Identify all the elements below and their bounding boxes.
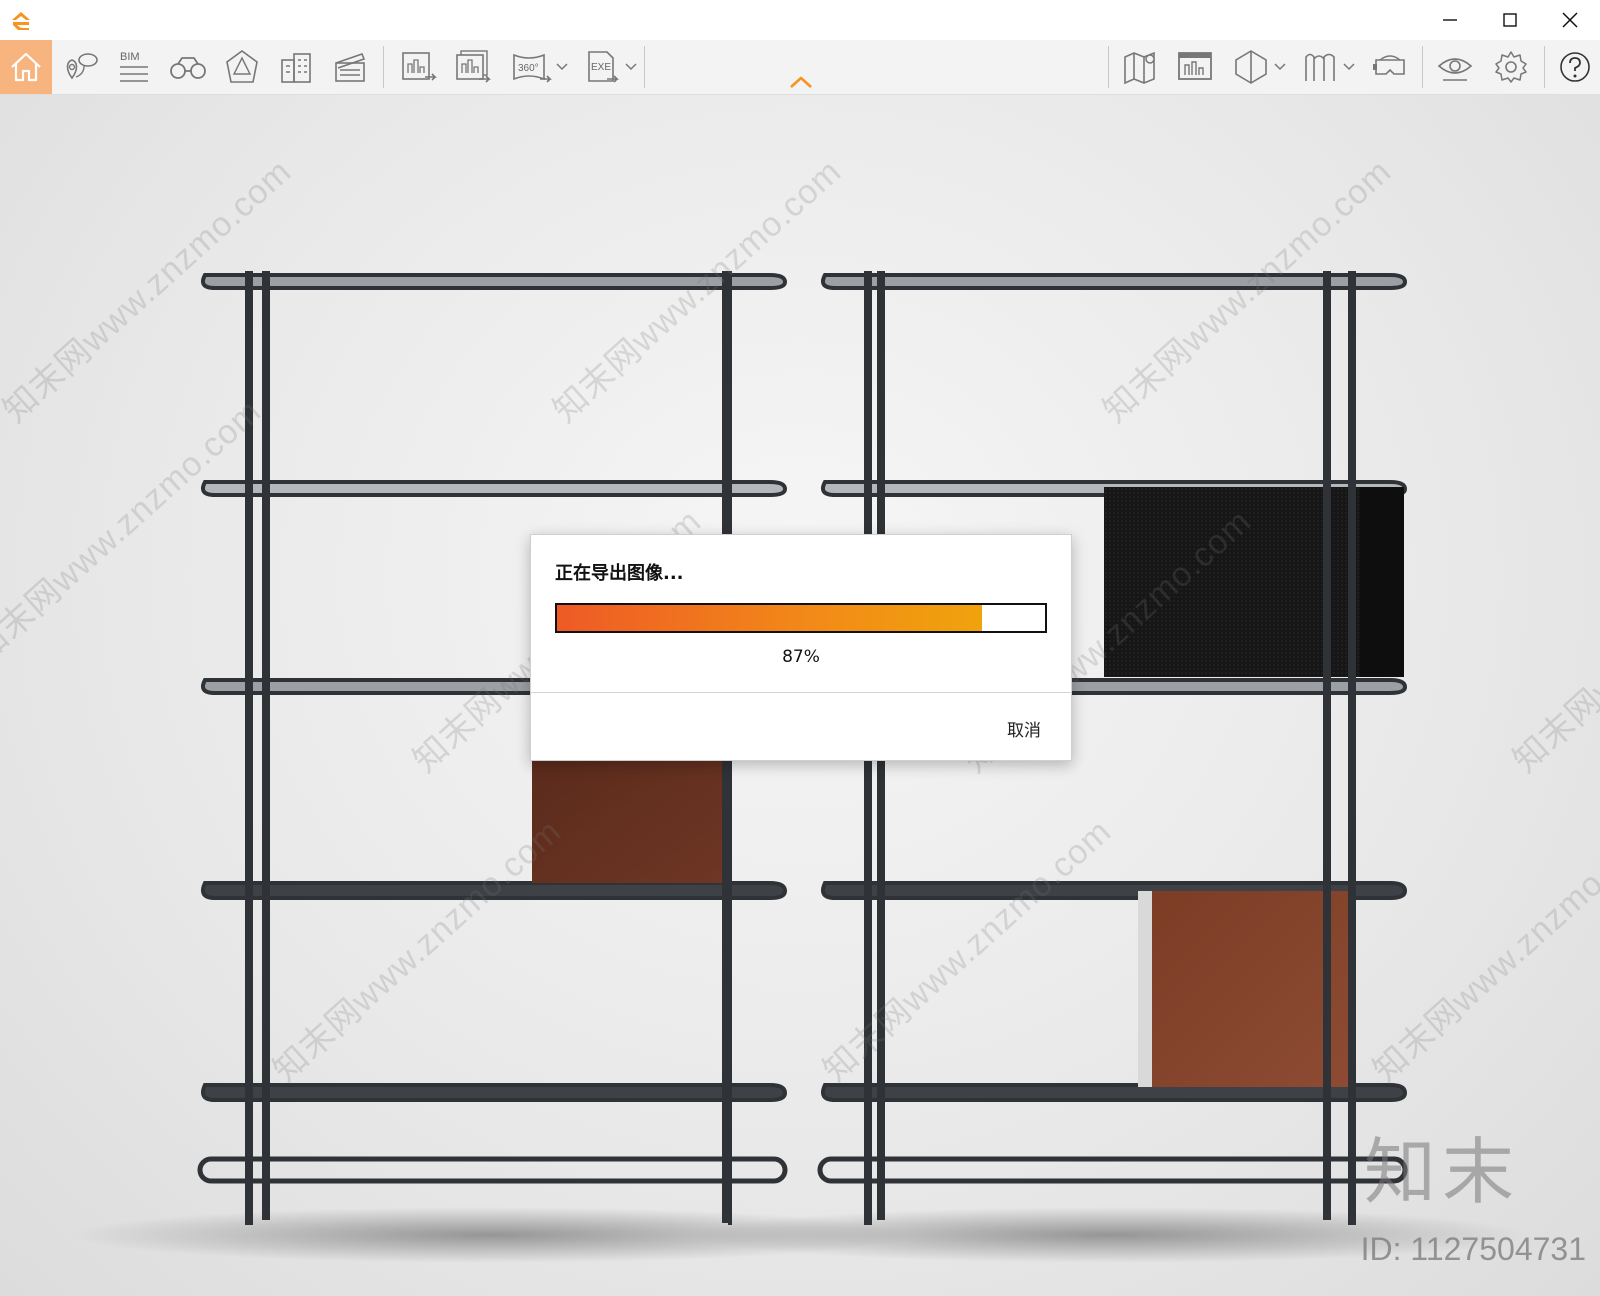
buildings-icon	[281, 53, 311, 83]
image-panel-icon	[1178, 52, 1212, 80]
home-icon	[11, 52, 41, 82]
map-icon	[1124, 51, 1155, 85]
home-button[interactable]	[0, 40, 52, 94]
maximize-icon	[1503, 13, 1517, 27]
e-logo-icon	[8, 8, 34, 32]
section-box-icon	[1235, 50, 1267, 84]
watermark-id: ID: 1127504731	[1360, 1231, 1586, 1267]
clapperboard-icon	[335, 52, 366, 82]
minimize-icon	[1443, 19, 1457, 21]
settings-icon	[1495, 51, 1527, 83]
vr-headset-icon	[1373, 55, 1405, 75]
buildings-button[interactable]	[272, 40, 320, 94]
toolbar-divider	[644, 46, 645, 88]
location-pin-icon	[66, 53, 98, 80]
export-exe-label: EXE	[591, 62, 611, 73]
batch-export-icon	[456, 50, 491, 83]
bim-icon: BIM	[120, 51, 148, 82]
export-exe-icon: EXE	[588, 51, 619, 83]
map-button[interactable]	[1116, 40, 1166, 94]
close-button[interactable]	[1540, 4, 1600, 36]
cancel-button[interactable]: 取消	[1007, 716, 1041, 741]
section-box-button[interactable]	[1226, 40, 1292, 94]
toolbar-divider	[383, 46, 384, 88]
export-image-button[interactable]	[394, 40, 444, 94]
progress-percent: 87%	[782, 647, 820, 667]
library-icon	[1305, 53, 1335, 81]
visibility-button[interactable]	[1430, 40, 1480, 94]
bim-label: BIM	[120, 51, 140, 63]
toolbar-divider	[1422, 46, 1423, 88]
watermark-brand: 知末	[1363, 1130, 1520, 1214]
animation-button[interactable]	[326, 40, 374, 94]
chevron-down-icon[interactable]	[625, 63, 637, 71]
export-progress-dialog: 正在导出图像... 87% 取消	[530, 534, 1072, 761]
bim-button[interactable]: BIM	[110, 40, 156, 94]
binoculars-button[interactable]	[163, 40, 213, 94]
progress-bar	[555, 603, 1047, 633]
location-button[interactable]	[58, 40, 104, 94]
dialog-title: 正在导出图像...	[555, 563, 684, 584]
camera-view-button[interactable]	[218, 40, 266, 94]
export-exe-button[interactable]: EXE	[578, 40, 642, 94]
vr-button[interactable]	[1364, 40, 1416, 94]
chevron-down-icon[interactable]	[556, 63, 568, 71]
export-360-icon: 360°	[513, 53, 552, 83]
toolbar-collapse-button[interactable]	[788, 74, 814, 90]
progress-fill	[557, 605, 982, 631]
title-bar	[0, 0, 1600, 40]
chevron-up-icon	[790, 76, 812, 88]
export-360-button[interactable]: 360°	[504, 40, 574, 94]
close-icon	[1562, 12, 1578, 28]
camera-view-icon	[226, 50, 258, 83]
toolbar-divider	[1544, 46, 1545, 88]
chevron-down-icon[interactable]	[1343, 63, 1355, 71]
export-360-label: 360°	[518, 63, 539, 74]
settings-button[interactable]	[1486, 40, 1536, 94]
toolbar-divider	[1108, 46, 1109, 88]
help-icon	[1560, 52, 1590, 82]
dialog-divider	[531, 692, 1071, 693]
help-button[interactable]	[1552, 40, 1598, 94]
eye-icon	[1437, 58, 1473, 81]
chevron-down-icon[interactable]	[1274, 63, 1286, 71]
binoculars-icon	[170, 57, 206, 79]
library-button[interactable]	[1296, 40, 1360, 94]
batch-export-button[interactable]	[448, 40, 498, 94]
image-panel-button[interactable]	[1170, 40, 1220, 94]
export-image-icon	[402, 52, 437, 81]
maximize-button[interactable]	[1480, 4, 1540, 36]
minimize-button[interactable]	[1420, 4, 1480, 36]
